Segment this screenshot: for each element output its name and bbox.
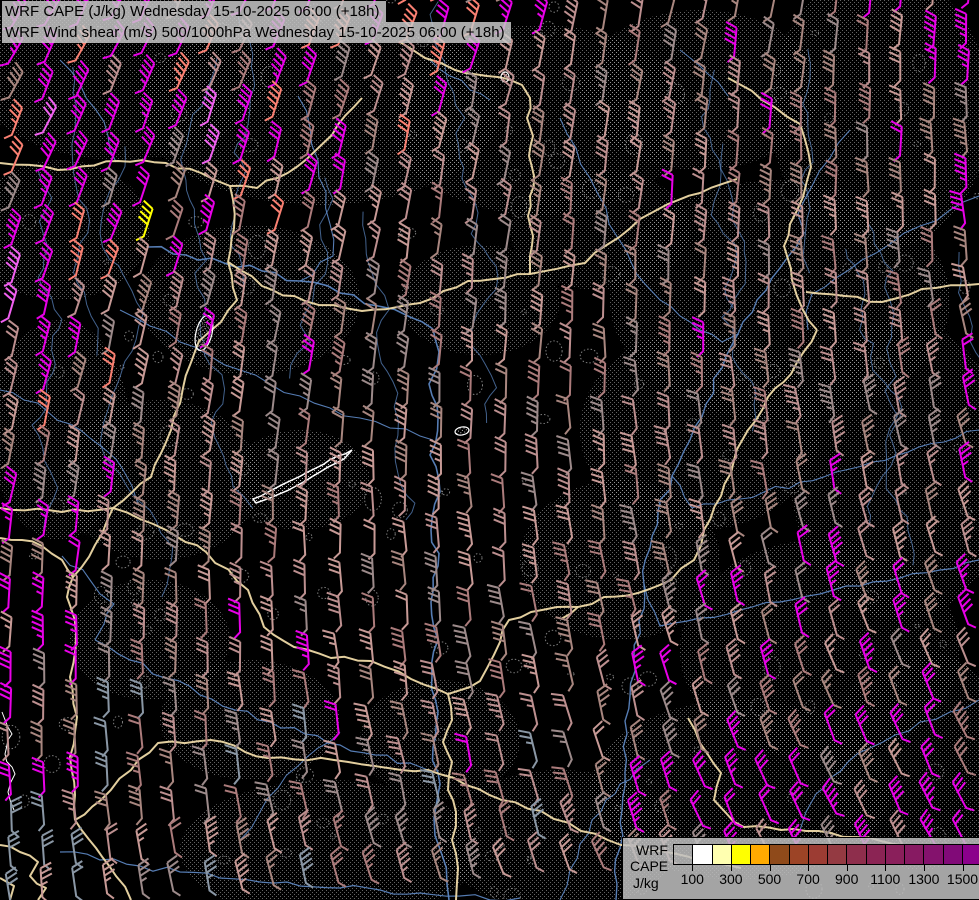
legend-tick-label: 900 — [825, 871, 869, 887]
legend-color-cell — [789, 844, 809, 865]
legend-color-cell — [846, 844, 866, 865]
legend-color-cell — [827, 844, 847, 865]
title-line-cape: WRF CAPE (J/kg) Wednesday 15-10-2025 06:… — [2, 1, 386, 22]
legend-color-cell — [943, 844, 963, 865]
legend-tick-label: 500 — [748, 871, 792, 887]
legend-color-cell — [731, 844, 751, 865]
legend-color-cell — [962, 844, 979, 865]
legend-color-cell — [750, 844, 770, 865]
legend-color-cell — [673, 844, 693, 865]
legend-tick-label: 100 — [670, 871, 714, 887]
title-line-windshear: WRF Wind shear (m/s) 500/1000hPa Wednesd… — [2, 22, 511, 43]
legend-tick-label: 700 — [786, 871, 830, 887]
legend-colorbar — [673, 844, 979, 865]
legend-label-cape: CAPE — [630, 859, 668, 874]
map-canvas — [0, 0, 979, 900]
legend-color-cell — [769, 844, 789, 865]
legend-label-wrf: WRF — [636, 843, 668, 858]
legend-color-cell — [808, 844, 828, 865]
legend-label-unit: J/kg — [633, 876, 659, 891]
legend-color-cell — [712, 844, 732, 865]
legend-color-cell — [904, 844, 924, 865]
legend-tick-label: 1100 — [863, 871, 907, 887]
cape-legend: WRF CAPE J/kg 10030050070090011001300150… — [622, 837, 979, 899]
legend-color-cell — [692, 844, 712, 865]
legend-color-cell — [923, 844, 943, 865]
legend-tick-label: 1500 — [941, 871, 979, 887]
legend-tick-label: 1300 — [902, 871, 946, 887]
legend-color-cell — [866, 844, 886, 865]
legend-tick-label: 300 — [709, 871, 753, 887]
legend-color-cell — [885, 844, 905, 865]
weather-map-stage: WRF CAPE (J/kg) Wednesday 15-10-2025 06:… — [0, 0, 979, 900]
map-title-overlay: WRF CAPE (J/kg) Wednesday 15-10-2025 06:… — [2, 1, 511, 43]
